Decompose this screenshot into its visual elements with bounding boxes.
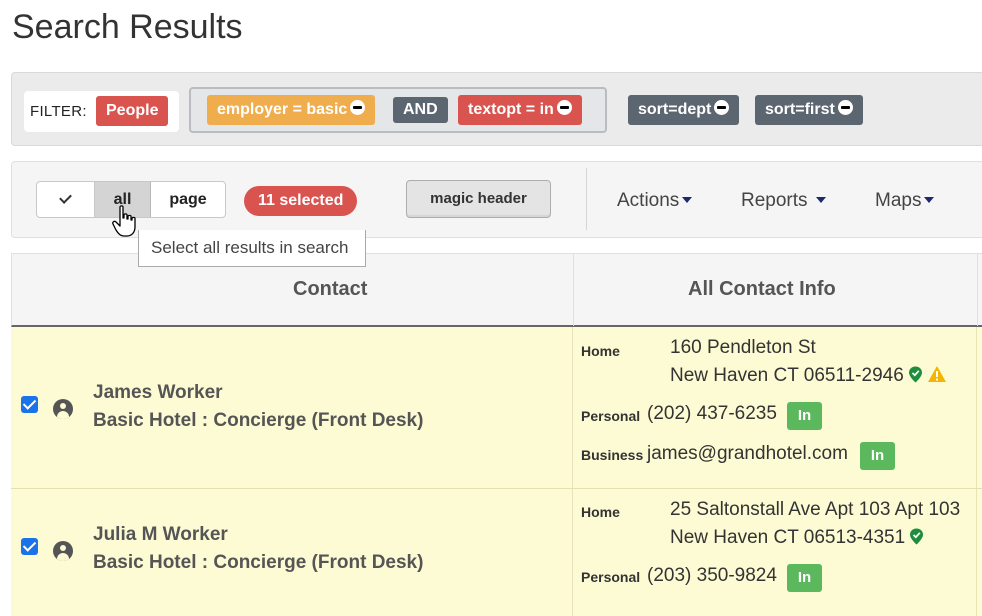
sort-first-label: sort=first	[765, 101, 835, 118]
toolbar-divider	[586, 168, 587, 230]
warning-icon	[927, 366, 946, 382]
address-line2: New Haven CT 06511-2946	[670, 365, 947, 387]
person-icon	[53, 399, 73, 419]
caret-down-icon	[815, 197, 826, 203]
row-select-checkbox[interactable]	[21, 396, 38, 413]
employer-filter-tag[interactable]: employer = basic	[207, 95, 376, 125]
business-email-label: Business	[581, 447, 644, 463]
selected-count-badge[interactable]: 11 selected	[244, 186, 358, 216]
select-all-tooltip: Select all results in search	[138, 230, 366, 267]
address-line2-text: New Haven CT 06513-4351	[670, 527, 906, 548]
results-toolbar: all page 11 selected magic header Action…	[11, 161, 982, 238]
contact-title: Basic Hotel : Concierge (Front Desk)	[93, 552, 424, 573]
email-in-button[interactable]: In	[860, 442, 895, 470]
reports-menu[interactable]: Reports	[741, 190, 826, 212]
textopt-filter-tag[interactable]: textopt = in	[458, 95, 582, 125]
home-address-label: Home	[581, 504, 620, 520]
address-line1: 160 Pendleton St	[670, 337, 816, 358]
personal-phone-label: Personal	[581, 408, 640, 424]
actions-menu-label: Actions	[617, 190, 680, 211]
person-icon	[53, 541, 73, 561]
personal-phone-label: Personal	[581, 569, 641, 585]
address-line2-text: New Haven CT 06511-2946	[670, 365, 904, 386]
sort-dept-tag[interactable]: sort=dept	[628, 95, 740, 125]
sort-dept-label: sort=dept	[638, 101, 712, 118]
column-divider	[572, 327, 573, 488]
page-title: Search Results	[12, 8, 243, 46]
column-divider	[977, 254, 978, 326]
address-line2: New Haven CT 06513-4351	[670, 527, 924, 549]
caret-down-icon	[682, 197, 693, 203]
select-page-button[interactable]: page	[151, 182, 225, 217]
textopt-filter-label: textopt = in	[468, 101, 554, 118]
column-divider	[573, 254, 574, 326]
personal-phone: (203) 350-9824	[647, 565, 777, 586]
magic-header-button[interactable]: magic header	[406, 180, 551, 218]
actions-menu[interactable]: Actions	[617, 190, 693, 212]
phone-in-button[interactable]: In	[787, 402, 822, 430]
filter-bar: FILTER: People employer = basic AND text…	[11, 72, 982, 146]
employer-filter-label: employer = basic	[217, 101, 348, 118]
reports-menu-label: Reports	[741, 190, 808, 211]
contact-name[interactable]: James Worker	[93, 382, 223, 404]
contact-name[interactable]: Julia M Worker	[93, 524, 228, 546]
contact-title: Basic Hotel : Concierge (Front Desk)	[93, 410, 424, 431]
maps-menu[interactable]: Maps	[875, 190, 935, 212]
filter-type-tag-label: People	[106, 102, 159, 119]
remove-circle-icon[interactable]	[714, 100, 730, 115]
column-divider	[976, 489, 977, 616]
column-divider	[976, 327, 977, 488]
business-email[interactable]: james@grandhotel.com	[647, 443, 848, 465]
filter-label: FILTER:	[30, 103, 87, 120]
column-divider	[572, 489, 573, 616]
row-select-checkbox[interactable]	[21, 538, 38, 555]
address-line1: 25 Saltonstall Ave Apt 103 Apt 103	[670, 499, 961, 520]
remove-circle-icon[interactable]	[837, 100, 853, 115]
filter-type-tag[interactable]: People	[96, 96, 169, 126]
phone-in-button[interactable]: In	[787, 564, 822, 592]
verified-location-icon	[910, 528, 924, 545]
personal-label-text: Personal	[581, 408, 641, 424]
caret-down-icon	[924, 197, 935, 203]
table-row: James Worker Basic Hotel : Concierge (Fr…	[11, 327, 982, 489]
hand-cursor-icon	[112, 205, 136, 237]
personal-phone: (202) 437-6235	[647, 403, 777, 424]
and-operator-label: AND	[403, 101, 438, 118]
column-header-contact[interactable]: Contact	[293, 278, 367, 301]
and-operator-tag[interactable]: AND	[393, 97, 448, 123]
maps-menu-label: Maps	[875, 190, 922, 211]
select-checkmark-button[interactable]	[37, 182, 95, 217]
home-address-label: Home	[581, 343, 620, 359]
checkmark-icon	[59, 191, 72, 204]
remove-circle-icon[interactable]	[556, 100, 572, 115]
sort-first-tag[interactable]: sort=first	[755, 95, 863, 125]
table-row: Julia M Worker Basic Hotel : Concierge (…	[11, 489, 982, 616]
verified-location-icon	[908, 366, 922, 383]
remove-circle-icon[interactable]	[350, 100, 366, 115]
filter-group: employer = basic AND textopt = in	[189, 87, 607, 133]
filter-label-box: FILTER: People	[24, 91, 179, 132]
column-header-contact-info[interactable]: All Contact Info	[688, 278, 836, 301]
